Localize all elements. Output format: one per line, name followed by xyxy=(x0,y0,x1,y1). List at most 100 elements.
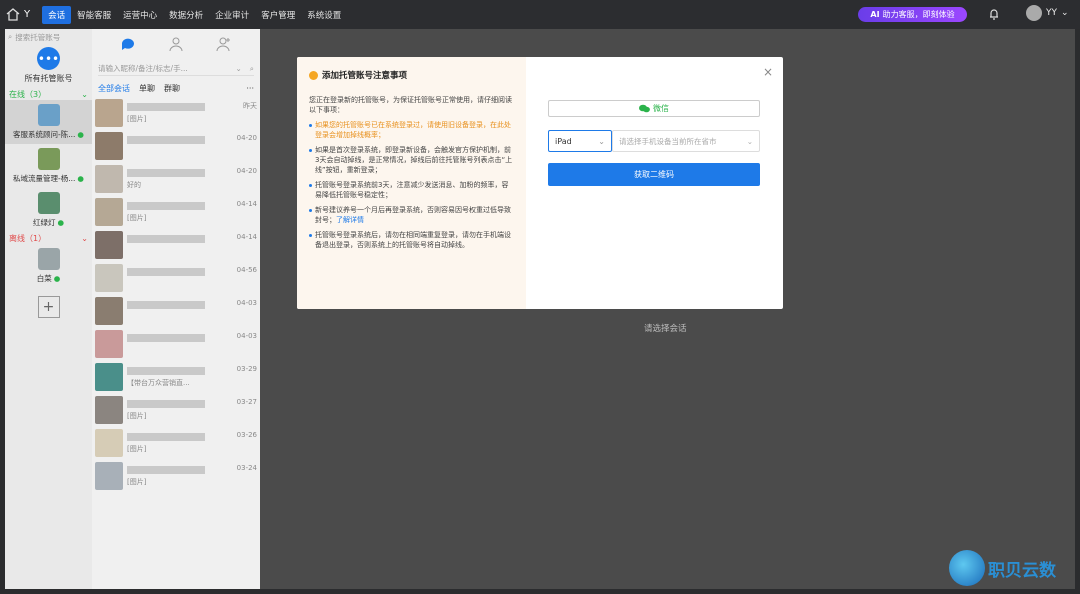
brand-label: Y xyxy=(24,9,31,20)
notice-item: 托管账号登录系统后，请勿在相同端重复登录，请勿在手机端设备退出登录，否则系统上的… xyxy=(309,230,514,250)
watermark: 职贝云数 xyxy=(949,550,1056,586)
conversation-item[interactable]: [图片] 03-26 xyxy=(92,426,260,459)
conversation-name-blurred xyxy=(127,399,205,408)
account-item[interactable]: 私域流量管理-杨... ● xyxy=(5,144,92,188)
conversation-time: 04-03 xyxy=(236,299,257,307)
conversation-name-blurred xyxy=(127,333,205,342)
chevron-down-icon: ⌄ xyxy=(81,233,88,243)
conversation-item[interactable]: [图片] 03-24 xyxy=(92,459,260,492)
conversation-filter: 全部会话 单聊 群聊 ··· xyxy=(92,80,260,96)
conversation-item[interactable]: 【带台万众营销直... 03-29 xyxy=(92,360,260,393)
conversation-item[interactable]: 04-56 xyxy=(92,261,260,294)
conversation-item[interactable]: [图片] 03-27 xyxy=(92,393,260,426)
conversation-item[interactable]: 04-03 xyxy=(92,294,260,327)
nav-item-analytics[interactable]: 数据分析 xyxy=(163,6,209,24)
conversation-search[interactable]: 请输入昵称/备注/标志/手... ⌄ ⌕ xyxy=(98,62,254,76)
filter-group[interactable]: 群聊 xyxy=(164,83,180,94)
conversation-item[interactable]: [图片] 04-14 xyxy=(92,195,260,228)
home-icon xyxy=(6,8,20,21)
notice-text: 如果您的托管账号已在系统登录过，请使用旧设备登录，在此处登录会增加掉线概率； xyxy=(315,121,511,139)
offline-group-label: 离线（1） xyxy=(9,233,47,243)
account-item[interactable]: 白菜 ● xyxy=(5,244,92,288)
online-group-header[interactable]: 在线（3） ⌄ xyxy=(5,88,92,100)
user-avatar xyxy=(1026,5,1042,21)
learn-more-link[interactable]: 了解详情 xyxy=(336,216,364,224)
conversation-name-blurred xyxy=(127,432,205,441)
offline-group-header[interactable]: 离线（1） ⌄ xyxy=(5,232,92,244)
all-accounts-button[interactable]: ••• 所有托管账号 xyxy=(5,47,92,84)
account-name-row: 红绿灯 ● xyxy=(33,217,64,228)
ai-icon: AI xyxy=(870,10,880,19)
conversation-avatar xyxy=(95,461,123,490)
conversation-time: 04-20 xyxy=(236,134,257,142)
filter-single[interactable]: 单聊 xyxy=(139,83,155,94)
conversation-name-blurred xyxy=(127,300,205,309)
nav-item-ai-service[interactable]: 智能客服 xyxy=(71,6,117,24)
watermark-text: 职贝云数 xyxy=(988,560,1056,581)
contacts-icon[interactable] xyxy=(168,36,184,52)
conversation-name-blurred xyxy=(127,267,205,276)
account-name-row: 客服系统顾问-陈... ● xyxy=(13,129,84,140)
conversation-item[interactable]: 04-03 xyxy=(92,327,260,360)
conversation-avatar xyxy=(95,362,123,391)
nav-item-chat[interactable]: 会话 xyxy=(42,5,72,24)
all-accounts-label: 所有托管账号 xyxy=(24,74,73,83)
plus-icon: + xyxy=(42,299,55,315)
get-qr-code-button[interactable]: 获取二维码 xyxy=(548,163,760,186)
conversation-preview xyxy=(127,312,231,321)
conversation-avatar xyxy=(95,230,123,259)
conversation-item[interactable]: 04-14 xyxy=(92,228,260,261)
conversation-body xyxy=(127,300,231,321)
account-avatar xyxy=(37,148,60,170)
conversation-body: [图片] xyxy=(127,102,231,123)
conversation-preview xyxy=(127,246,231,255)
conversation-preview xyxy=(127,279,231,288)
conversation-avatar xyxy=(95,131,123,160)
device-select[interactable]: iPad ⌄ xyxy=(548,130,612,152)
account-item[interactable]: 红绿灯 ● xyxy=(5,188,92,232)
user-menu[interactable]: YY ⌄ xyxy=(1026,5,1069,21)
conversation-preview xyxy=(127,147,231,156)
conversation-time: 03-29 xyxy=(236,365,257,373)
conversation-preview: [图片] xyxy=(127,213,147,222)
chevron-down-icon: ⌄ xyxy=(746,136,753,146)
nav-item-audit[interactable]: 企业审计 xyxy=(209,6,255,24)
bell-icon[interactable] xyxy=(987,7,1001,21)
close-icon[interactable]: × xyxy=(763,65,773,79)
chevron-down-icon[interactable]: ⌄ xyxy=(236,64,242,74)
search-icon[interactable]: ⌕ xyxy=(250,64,254,74)
conversation-preview xyxy=(127,345,231,354)
nav-item-customers[interactable]: 客户管理 xyxy=(255,6,301,24)
more-options-icon[interactable]: ··· xyxy=(246,84,254,93)
nav-item-settings[interactable]: 系统设置 xyxy=(301,6,347,24)
nav-item-operations[interactable]: 运营中心 xyxy=(117,6,163,24)
add-account-dialog: 添加托管账号注意事项 您正在登录新的托管账号，为保证托管账号正常使用，请仔细阅读… xyxy=(297,57,783,309)
account-search[interactable]: ⌕ 搜索托管账号 xyxy=(8,31,89,43)
conversation-body: [图片] xyxy=(127,201,231,222)
wechat-option-button[interactable]: 微信 xyxy=(548,100,760,117)
city-placeholder: 请选择手机设备当前所在省市 xyxy=(619,136,717,146)
conversation-item[interactable]: 04-20 xyxy=(92,129,260,162)
account-item[interactable]: 客服系统顾问-陈... ● xyxy=(5,100,92,144)
add-friend-icon[interactable] xyxy=(216,36,232,52)
conversation-avatar xyxy=(95,98,123,127)
notice-text: 托管账号登录系统后，请勿在相同端重复登录，请勿在手机端设备退出登录，否则系统上的… xyxy=(315,231,511,249)
account-name-row: 白菜 ● xyxy=(37,273,61,284)
account-name: 红绿灯 xyxy=(32,218,56,227)
login-form: × 微信 iPad ⌄ 请选择手机设备当前所在省市 ⌄ 获取二维码 xyxy=(526,57,783,309)
top-bar: Y 会话 智能客服 运营中心 数据分析 企业审计 客户管理 系统设置 AI 助力… xyxy=(0,0,1080,29)
search-icon: ⌕ xyxy=(8,32,13,41)
filter-all[interactable]: 全部会话 xyxy=(98,83,130,94)
city-select[interactable]: 请选择手机设备当前所在省市 ⌄ xyxy=(612,130,760,152)
conversation-item[interactable]: 好的 04-20 xyxy=(92,162,260,195)
conversation-item[interactable]: [图片] 昨天 xyxy=(92,96,260,129)
chat-bubble-icon[interactable] xyxy=(120,36,136,52)
notice-text: 如果是首次登录系统，即登录新设备，会触发官方保护机制，前3天会自动掉线，是正常情… xyxy=(315,146,513,174)
add-account-button[interactable]: + xyxy=(37,296,60,318)
promo-label: 助力客服，即刻体验 xyxy=(882,10,955,19)
conversation-time: 03-24 xyxy=(236,464,257,472)
accounts-panel: ⌕ 搜索托管账号 ••• 所有托管账号 在线（3） ⌄ 客服系统顾问-陈... … xyxy=(5,29,92,589)
ai-promo-button[interactable]: AI 助力客服，即刻体验 xyxy=(858,7,967,22)
home-button[interactable]: Y xyxy=(6,8,30,21)
conversation-time: 04-56 xyxy=(236,266,257,274)
